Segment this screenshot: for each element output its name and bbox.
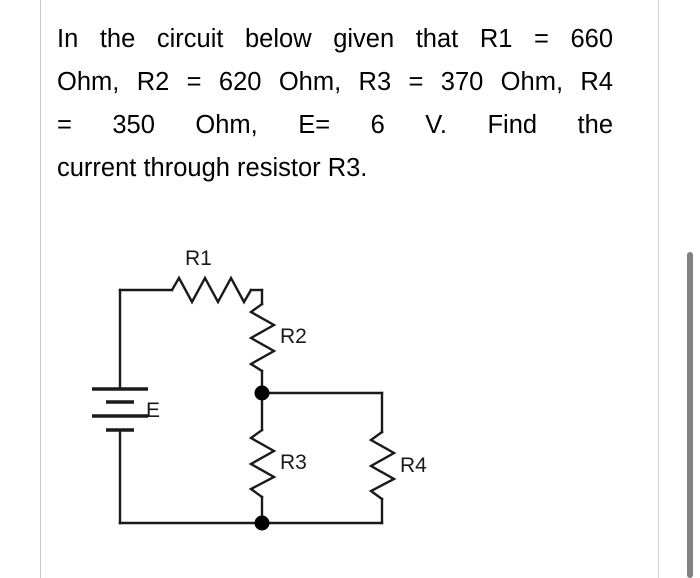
content-column-right-rule: [658, 0, 659, 578]
question-line-4: current through resistor R3.: [57, 154, 368, 182]
page-canvas: In the circuit below given that R1 = 660…: [0, 0, 700, 578]
resistor-R2-zigzag: [248, 302, 277, 373]
question-text: In the circuit below given that R1 = 660…: [57, 18, 613, 190]
junction-node-bottom: [254, 515, 270, 531]
label-R3: R3: [280, 451, 307, 474]
battery-symbol: [92, 387, 148, 432]
question-line-1: In the circuit below given that R1 = 660: [57, 25, 613, 53]
label-E: E: [146, 399, 160, 422]
resistor-R3-zigzag: [248, 428, 277, 499]
label-R4: R4: [400, 454, 427, 477]
page-scrollbar-thumb[interactable]: [687, 252, 693, 578]
label-R1: R1: [185, 247, 212, 270]
resistor-R4-zigzag: [368, 430, 397, 501]
content-column-left-rule: [40, 0, 41, 578]
question-line-3: = 350 Ohm, E= 6 V. Find the: [57, 111, 613, 139]
circuit-diagram: R1 R2 R3 R4 E: [80, 240, 440, 560]
resistor-R1-zigzag: [170, 275, 253, 305]
junction-node-top: [254, 385, 270, 401]
label-R2: R2: [280, 325, 307, 348]
question-line-2: Ohm, R2 = 620 Ohm, R3 = 370 Ohm, R4: [57, 68, 613, 96]
